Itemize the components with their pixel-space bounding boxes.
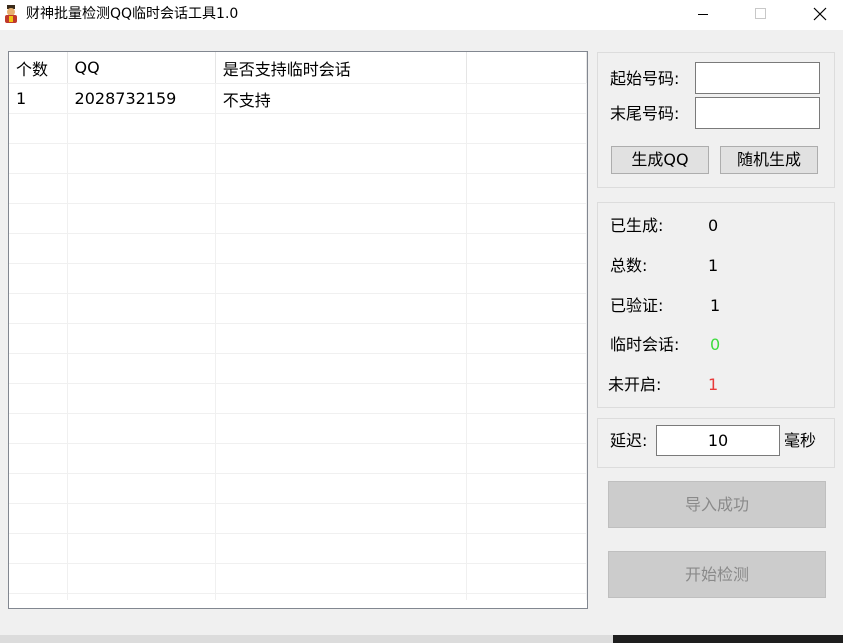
start-number-label: 起始号码: [610, 69, 680, 88]
window-title: 财神批量检测QQ临时会话工具1.0 [26, 6, 239, 22]
table-header-row: 个数 QQ 是否支持临时会话 [9, 52, 587, 84]
cell-temp-session-support: 不支持 [215, 83, 467, 114]
end-number-label: 末尾号码: [610, 104, 680, 123]
random-generate-button[interactable]: 随机生成 [720, 146, 818, 174]
temp-session-value: 0 [710, 335, 721, 354]
table-row[interactable]: 1 2028732159 不支持 [9, 83, 587, 114]
statistics-panel: 已生成: 0 总数: 1 已验证: 1 临时会话: 0 未开启: 1 [597, 202, 835, 408]
not-enabled-value: 1 [708, 375, 719, 394]
column-header-temp-session-support[interactable]: 是否支持临时会话 [215, 52, 467, 84]
empty-row [9, 323, 587, 354]
empty-row [9, 203, 587, 234]
temp-session-label: 临时会话: [610, 335, 680, 354]
delay-input[interactable] [656, 425, 780, 456]
qq-result-list[interactable]: 个数 QQ 是否支持临时会话 1 2028732159 不支持 [8, 51, 588, 609]
empty-row [9, 233, 587, 264]
maximize-button[interactable] [737, 0, 783, 30]
column-header-index[interactable]: 个数 [9, 52, 68, 84]
start-check-button[interactable]: 开始检测 [608, 551, 826, 598]
empty-row [9, 353, 587, 384]
god-of-wealth-icon [3, 4, 19, 24]
minimize-icon [698, 14, 708, 15]
total-label: 总数: [610, 256, 648, 275]
close-button[interactable] [797, 0, 843, 30]
empty-row [9, 563, 587, 594]
cell-index: 1 [9, 83, 68, 114]
not-enabled-label: 未开启: [608, 375, 662, 394]
number-range-panel: 起始号码: 末尾号码: 生成QQ 随机生成 [597, 52, 835, 188]
column-header-empty[interactable] [466, 52, 587, 84]
empty-row [9, 263, 587, 294]
taskbar-edge [0, 635, 613, 643]
empty-row [9, 293, 587, 324]
empty-row [9, 173, 587, 204]
empty-row [9, 413, 587, 444]
generate-qq-button[interactable]: 生成QQ [611, 146, 709, 174]
minimize-button[interactable] [680, 0, 726, 30]
list-horizontal-scrollbar[interactable] [9, 600, 587, 608]
delay-label: 延迟: [610, 431, 648, 450]
empty-row [9, 113, 587, 144]
generated-value: 0 [708, 216, 719, 235]
empty-row [9, 383, 587, 414]
cell-qq: 2028732159 [67, 83, 216, 114]
verified-value: 1 [710, 296, 721, 315]
start-number-input[interactable] [695, 62, 820, 94]
empty-row [9, 443, 587, 474]
empty-row [9, 503, 587, 534]
title-bar: 财神批量检测QQ临时会话工具1.0 [0, 0, 843, 30]
empty-row [9, 143, 587, 174]
empty-row [9, 533, 587, 564]
import-success-button[interactable]: 导入成功 [608, 481, 826, 528]
verified-label: 已验证: [610, 296, 664, 315]
delay-panel: 延迟: 毫秒 [597, 418, 835, 468]
main-window: 财神批量检测QQ临时会话工具1.0 个数 QQ 是否支持临时会话 1 20287… [0, 0, 843, 643]
empty-row [9, 473, 587, 504]
total-value: 1 [708, 256, 719, 275]
generated-label: 已生成: [610, 216, 664, 235]
result-table: 个数 QQ 是否支持临时会话 1 2028732159 不支持 [9, 52, 587, 608]
maximize-icon [755, 8, 766, 19]
column-header-qq[interactable]: QQ [67, 52, 216, 84]
end-number-input[interactable] [695, 97, 820, 129]
close-icon [813, 7, 827, 21]
delay-unit-label: 毫秒 [784, 431, 817, 450]
taskbar-edge-dark [613, 635, 843, 643]
cell-empty [466, 83, 587, 114]
